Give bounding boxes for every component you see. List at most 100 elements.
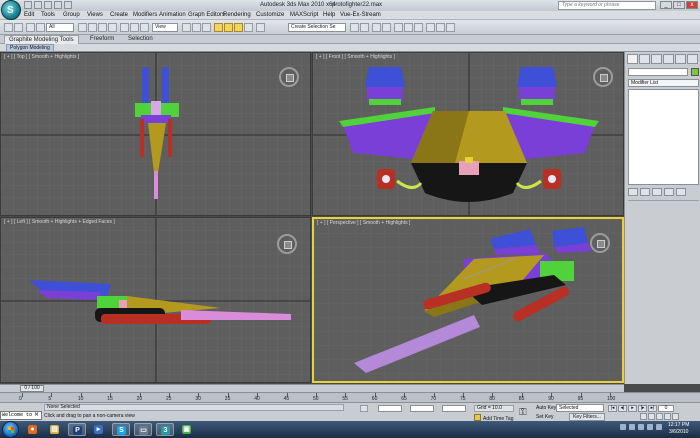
time-slider[interactable]: 0 / 100 — [0, 384, 624, 392]
keyboard-shortcut-icon[interactable] — [202, 23, 211, 32]
undo-icon[interactable] — [54, 1, 62, 9]
material-editor-icon[interactable] — [414, 23, 423, 32]
3dsmax-taskbar-icon[interactable]: 3 — [156, 423, 174, 436]
utilities-tab-icon[interactable] — [687, 54, 698, 64]
skype-taskbar-icon[interactable]: S — [112, 423, 130, 436]
snap-toggle-icon[interactable] — [214, 23, 223, 32]
redo-icon[interactable] — [64, 1, 72, 9]
show-end-result-icon[interactable] — [640, 188, 650, 196]
photoshop-taskbar-icon[interactable]: P — [68, 423, 86, 436]
tray-icon-3[interactable] — [638, 424, 644, 430]
maxscript-listener[interactable]: Welcome to M — [0, 411, 42, 420]
tray-icon-4[interactable] — [647, 424, 653, 430]
save-file-icon[interactable] — [44, 1, 52, 9]
remove-modifier-icon[interactable] — [664, 188, 674, 196]
window-crossing-icon[interactable] — [108, 23, 117, 32]
z-coordinate-field[interactable] — [442, 405, 466, 412]
named-selection-set-dropdown[interactable]: Create Selection Se — [288, 23, 346, 32]
modifier-stack[interactable] — [628, 89, 699, 185]
viewport-left[interactable]: [ + ] [ Left ] [ Smooth + Highlights + E… — [0, 217, 311, 383]
window-taskbar-icon[interactable]: ▭ — [134, 423, 152, 436]
layer-manager-icon[interactable] — [372, 23, 381, 32]
menu-modifiers[interactable]: Modifiers — [133, 12, 157, 18]
mirror-icon[interactable] — [350, 23, 359, 32]
select-object-icon[interactable] — [78, 23, 87, 32]
menu-help[interactable]: Help — [323, 12, 335, 18]
select-by-name-icon[interactable] — [88, 23, 97, 32]
modifier-list-dropdown[interactable]: Modifier List — [628, 79, 699, 87]
viewport-label-top[interactable]: [ + ] [ Top ] [ Smooth + Highlights ] — [4, 54, 79, 60]
menu-group[interactable]: Group — [63, 12, 80, 18]
maximize-viewport-icon[interactable] — [672, 413, 679, 420]
next-frame-icon[interactable]: |▸ — [638, 405, 647, 412]
undo-button-icon[interactable] — [4, 23, 13, 32]
selection-filter-dropdown[interactable]: All — [46, 23, 74, 32]
current-frame-field[interactable]: 0 — [658, 405, 674, 412]
hierarchy-tab-icon[interactable] — [651, 54, 662, 64]
zoom-icon[interactable] — [640, 413, 647, 420]
previous-frame-icon[interactable]: ◂| — [618, 405, 627, 412]
search-input[interactable]: Type a keyword or phrase — [558, 1, 656, 10]
align-icon[interactable] — [360, 23, 369, 32]
make-unique-icon[interactable] — [652, 188, 662, 196]
key-mode-dropdown[interactable]: Selected — [556, 404, 604, 412]
menu-create[interactable]: Create — [110, 12, 128, 18]
start-button[interactable] — [2, 421, 19, 438]
pin-stack-icon[interactable] — [628, 188, 638, 196]
viewport-label-front[interactable]: [ + ] [ Front ] [ Smooth + Highlights ] — [316, 54, 395, 60]
pan-icon[interactable] — [656, 413, 663, 420]
menu-animation[interactable]: Animation — [159, 12, 186, 18]
rendered-frame-icon[interactable] — [436, 23, 445, 32]
viewcube-perspective-icon[interactable] — [590, 233, 610, 253]
track-bar[interactable]: 0 5 10 15 20 25 30 35 40 45 50 55 60 65 70 75 80 85 90 95 10… — [0, 392, 700, 402]
render-setup-icon[interactable] — [426, 23, 435, 32]
curve-editor-icon[interactable] — [394, 23, 403, 32]
zoom-all-icon[interactable] — [648, 413, 655, 420]
schematic-view-icon[interactable] — [404, 23, 413, 32]
pivot-center-icon[interactable] — [182, 23, 191, 32]
object-name-field[interactable] — [628, 68, 688, 76]
tab-graphite-modeling-tools[interactable]: Graphite Modeling Tools — [4, 35, 79, 44]
move-icon[interactable] — [120, 23, 129, 32]
render-teapot-icon[interactable] — [446, 23, 455, 32]
polygon-modeling-panel[interactable]: Polygon Modeling — [6, 44, 54, 52]
taskbar-clock[interactable]: 12:17 PM 3/6/2010 — [668, 422, 689, 436]
motion-tab-icon[interactable] — [663, 54, 674, 64]
viewcube-icon[interactable] — [279, 67, 299, 87]
y-coordinate-field[interactable] — [410, 405, 434, 412]
auto-key-button[interactable]: Auto Key — [536, 405, 556, 411]
reference-coordinate-dropdown[interactable]: View — [152, 23, 178, 32]
menu-tools[interactable]: Tools — [41, 12, 55, 18]
media-taskbar-icon[interactable]: ▸ — [90, 423, 108, 436]
viewcube-front-icon[interactable] — [593, 67, 613, 87]
tray-icon-2[interactable] — [629, 424, 635, 430]
viewcube-left-icon[interactable] — [277, 234, 297, 254]
spinner-snap-icon[interactable] — [244, 23, 253, 32]
menu-maxscript[interactable]: MAXScript — [290, 12, 318, 18]
play-icon[interactable]: ▸ — [628, 405, 637, 412]
firefox-taskbar-icon[interactable]: ● — [24, 423, 42, 436]
menu-graph-editors[interactable]: Graph Editors — [188, 12, 225, 18]
link-icon[interactable] — [26, 23, 35, 32]
volume-icon[interactable] — [656, 424, 662, 430]
tab-selection[interactable]: Selection — [128, 36, 153, 42]
manipulate-icon[interactable] — [192, 23, 201, 32]
orbit-icon[interactable] — [664, 413, 671, 420]
close-button[interactable]: x — [686, 1, 698, 9]
object-color-swatch[interactable] — [691, 68, 699, 76]
app-taskbar-icon[interactable]: ▣ — [178, 423, 196, 436]
menu-edit[interactable]: Edit — [24, 12, 34, 18]
menu-rendering[interactable]: Rendering — [223, 12, 251, 18]
percent-snap-icon[interactable] — [234, 23, 243, 32]
time-slider-thumb[interactable]: 0 / 100 — [20, 385, 44, 392]
new-file-icon[interactable] — [24, 1, 32, 9]
viewport-label-left[interactable]: [ + ] [ Left ] [ Smooth + Highlights + E… — [4, 219, 115, 225]
menu-views[interactable]: Views — [87, 12, 103, 18]
redo-button-icon[interactable] — [14, 23, 23, 32]
tray-icon-1[interactable] — [620, 424, 626, 430]
lock-selection-icon[interactable] — [360, 405, 368, 412]
angle-snap-icon[interactable] — [224, 23, 233, 32]
graphite-toggle-icon[interactable] — [382, 23, 391, 32]
go-to-end-icon[interactable]: ▸| — [648, 405, 657, 412]
viewport-label-perspective[interactable]: [ + ] [ Perspective ] [ Smooth + Highlig… — [317, 220, 410, 226]
